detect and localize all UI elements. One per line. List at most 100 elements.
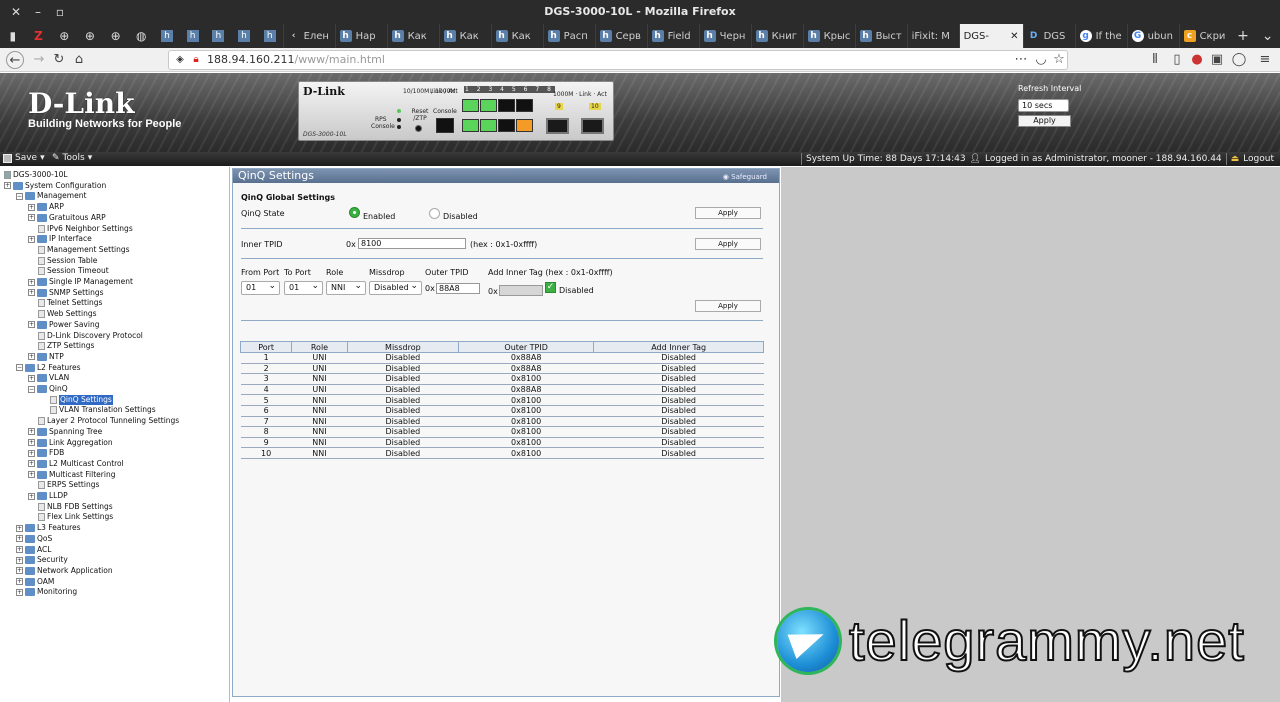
tree-item[interactable]: + System Configuration bbox=[4, 181, 106, 191]
extension-icon-2[interactable]: ▣ bbox=[1208, 51, 1226, 69]
qinq-enabled-radio[interactable] bbox=[349, 207, 360, 218]
expand-icon[interactable]: + bbox=[28, 353, 35, 361]
tree-item[interactable]: + NTP bbox=[28, 352, 64, 362]
expand-icon[interactable]: + bbox=[28, 471, 35, 479]
from-port-select[interactable]: 01 bbox=[241, 281, 280, 295]
browser-tab[interactable]: h Крыс bbox=[802, 24, 855, 48]
tree-item[interactable]: + VLAN bbox=[28, 373, 69, 383]
reload-icon[interactable]: ↻ bbox=[50, 51, 68, 69]
tree-item[interactable]: + Network Application bbox=[16, 566, 113, 576]
forward-icon[interactable]: → bbox=[30, 51, 48, 69]
browser-tab[interactable]: h Как bbox=[386, 24, 439, 48]
pinned-tab-10[interactable]: h bbox=[231, 24, 257, 48]
back-icon[interactable]: ← bbox=[6, 51, 24, 69]
browser-tab[interactable]: h Черн bbox=[698, 24, 751, 48]
tree-item[interactable]: − Management bbox=[16, 191, 86, 201]
tree-item[interactable]: Layer 2 Protocol Tunneling Settings bbox=[28, 416, 179, 426]
collapse-icon[interactable]: − bbox=[16, 192, 23, 200]
expand-icon[interactable]: + bbox=[16, 556, 23, 564]
to-port-select[interactable]: 01 bbox=[284, 281, 323, 295]
collapse-icon[interactable]: − bbox=[16, 364, 23, 372]
expand-icon[interactable]: + bbox=[16, 578, 23, 586]
browser-tab[interactable]: h Field bbox=[646, 24, 699, 48]
tree-item[interactable]: ZTP Settings bbox=[28, 341, 94, 351]
refresh-apply-button[interactable]: Apply bbox=[1018, 115, 1071, 127]
close-tab-icon[interactable]: ✕ bbox=[1010, 31, 1018, 42]
expand-icon[interactable]: + bbox=[16, 567, 23, 575]
pinned-tab-5[interactable]: ⊕ bbox=[103, 24, 129, 48]
tree-item[interactable]: Flex Link Settings bbox=[28, 512, 113, 522]
tree-item[interactable]: + LLDP bbox=[28, 491, 68, 501]
extension-icon-1[interactable]: ● bbox=[1188, 51, 1206, 69]
tree-item[interactable]: + Spanning Tree bbox=[28, 427, 102, 437]
account-icon[interactable]: ◯ bbox=[1230, 51, 1248, 69]
expand-icon[interactable]: + bbox=[28, 374, 35, 382]
insecure-lock-icon[interactable]: 🔒︎ bbox=[189, 53, 203, 67]
expand-icon[interactable]: + bbox=[28, 428, 35, 436]
pinned-tab-11[interactable]: h bbox=[257, 24, 283, 48]
global-apply-button[interactable]: Apply bbox=[695, 207, 761, 219]
pinned-tab-6[interactable]: ◍ bbox=[128, 24, 154, 48]
tree-item[interactable]: + L3 Features bbox=[16, 523, 81, 533]
tree-item[interactable]: IPv6 Neighbor Settings bbox=[28, 224, 133, 234]
tab-list-button[interactable]: ⌄ bbox=[1255, 24, 1280, 48]
tree-item[interactable]: + ACL bbox=[16, 545, 51, 555]
browser-tab[interactable]: c Скри bbox=[1178, 24, 1231, 48]
tree-item[interactable]: + Power Saving bbox=[28, 320, 99, 330]
home-icon[interactable]: ⌂ bbox=[70, 51, 88, 69]
inner-tpid-apply-button[interactable]: Apply bbox=[695, 238, 761, 250]
browser-tab[interactable]: Gubun bbox=[1126, 24, 1179, 48]
tree-item[interactable]: DGS-3000-10L bbox=[4, 170, 68, 180]
tree-item[interactable]: + QoS bbox=[16, 534, 52, 544]
tree-item[interactable]: Management Settings bbox=[28, 245, 130, 255]
tree-item[interactable]: + ARP bbox=[28, 202, 64, 212]
expand-icon[interactable]: + bbox=[28, 289, 35, 297]
tree-item[interactable]: + OAM bbox=[16, 577, 54, 587]
address-bar[interactable]: ◈ 🔒︎ 188.94.160.211/www/main.html bbox=[168, 50, 1068, 70]
pinned-tab-7[interactable]: h bbox=[154, 24, 180, 48]
browser-tab[interactable]: D DGS bbox=[1022, 24, 1075, 48]
browser-tab[interactable]: h Расп bbox=[542, 24, 595, 48]
library-icon[interactable]: ⫴ bbox=[1146, 51, 1164, 69]
tree-item[interactable]: + Multicast Filtering bbox=[28, 470, 115, 480]
expand-icon[interactable]: + bbox=[28, 492, 35, 500]
browser-tab[interactable]: g If the bbox=[1074, 24, 1127, 48]
expand-icon[interactable]: + bbox=[28, 214, 35, 222]
pinned-tab-4[interactable]: ⊕ bbox=[77, 24, 103, 48]
expand-icon[interactable]: + bbox=[28, 235, 35, 243]
expand-icon[interactable]: + bbox=[16, 524, 23, 532]
expand-icon[interactable]: + bbox=[16, 535, 23, 543]
inner-tag-input[interactable] bbox=[499, 285, 543, 296]
pinned-tab-1[interactable]: ▮ bbox=[0, 24, 26, 48]
port-apply-button[interactable]: Apply bbox=[695, 300, 761, 312]
browser-tab[interactable]: h Как bbox=[490, 24, 543, 48]
tree-item[interactable]: + L2 Multicast Control bbox=[28, 459, 124, 469]
new-tab-button[interactable]: + bbox=[1231, 24, 1256, 48]
bookmark-star-icon[interactable]: ☆ bbox=[1050, 51, 1068, 69]
expand-icon[interactable]: + bbox=[28, 449, 35, 457]
pinned-tab-3[interactable]: ⊕ bbox=[51, 24, 77, 48]
pinned-tab-8[interactable]: h bbox=[180, 24, 206, 48]
browser-tab[interactable]: h Выст bbox=[854, 24, 907, 48]
refresh-interval-select[interactable]: 10 secs bbox=[1018, 99, 1069, 112]
tree-item[interactable]: QinQ Settings bbox=[40, 394, 113, 405]
pocket-icon[interactable]: ◡ bbox=[1032, 51, 1050, 69]
outer-tpid-input[interactable]: 88A8 bbox=[436, 283, 480, 294]
pinned-tab-2[interactable]: Z bbox=[26, 24, 52, 48]
browser-tab[interactable]: h Книг bbox=[750, 24, 803, 48]
missdrop-select[interactable]: Disabled bbox=[369, 281, 422, 295]
expand-icon[interactable]: + bbox=[28, 460, 35, 468]
expand-icon[interactable]: + bbox=[28, 278, 35, 286]
expand-icon[interactable]: + bbox=[4, 182, 11, 190]
tree-item[interactable]: + SNMP Settings bbox=[28, 288, 104, 298]
shield-icon[interactable]: ◈ bbox=[173, 53, 187, 67]
browser-tab[interactable]: h Как bbox=[438, 24, 491, 48]
tools-menu[interactable]: ✎ Tools ▾ bbox=[52, 153, 92, 163]
expand-icon[interactable]: + bbox=[28, 321, 35, 329]
browser-tab[interactable]: ‹ Елен bbox=[282, 24, 335, 48]
inner-tpid-input[interactable]: 8100 bbox=[358, 238, 466, 249]
tree-item[interactable]: − L2 Features bbox=[16, 363, 81, 373]
expand-icon[interactable]: + bbox=[28, 439, 35, 446]
expand-icon[interactable]: + bbox=[28, 203, 35, 211]
tree-item[interactable]: + Gratuitous ARP bbox=[28, 213, 106, 223]
